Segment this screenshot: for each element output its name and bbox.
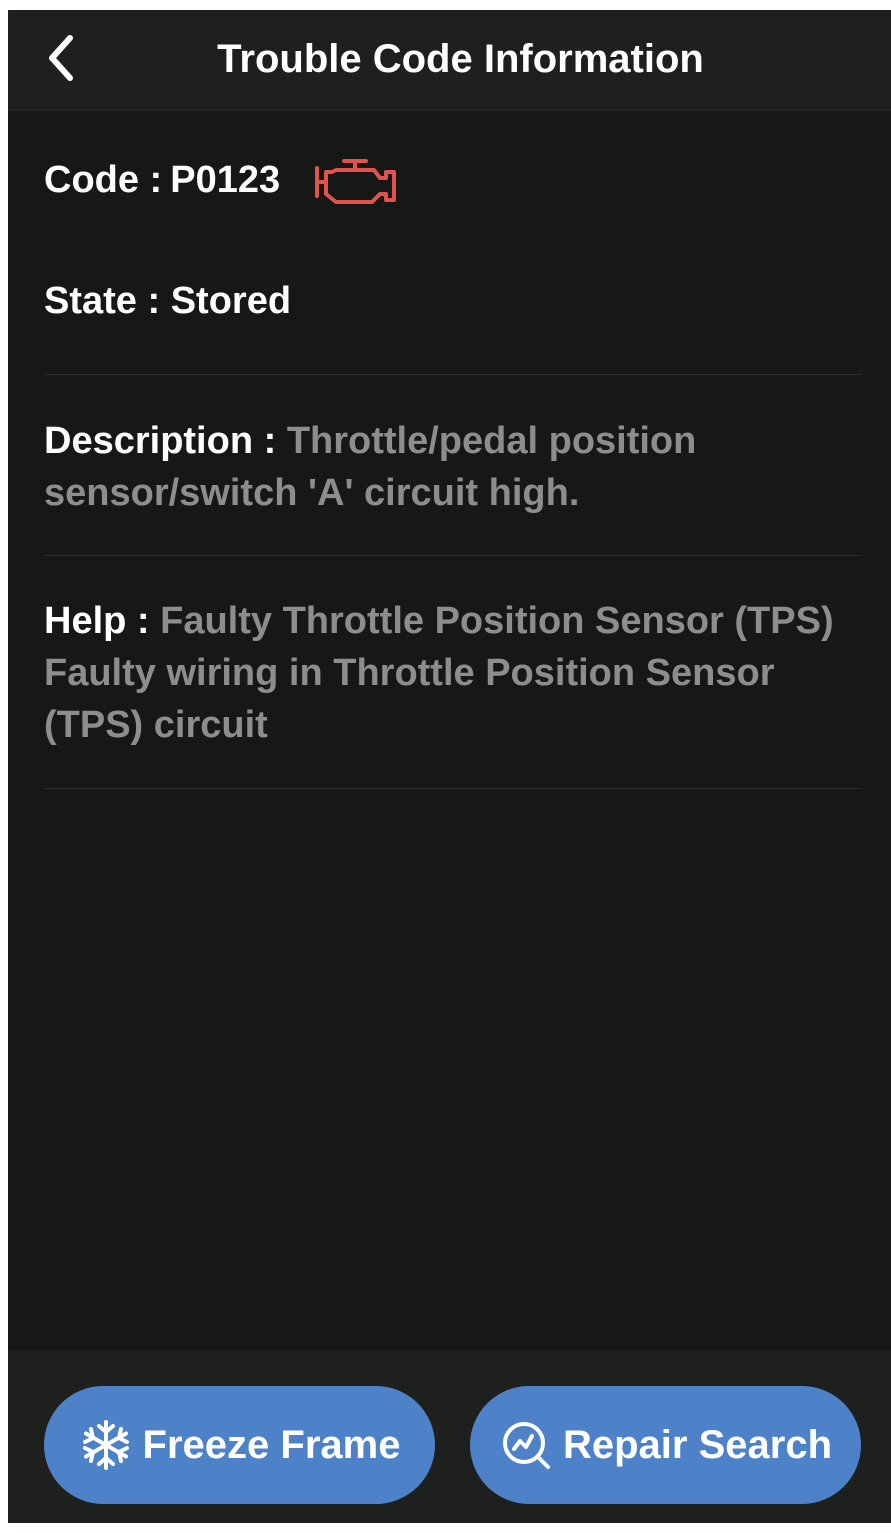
repair-search-label: Repair Search [562, 1422, 833, 1467]
repair-search-button[interactable]: Repair Search [470, 1386, 861, 1504]
state-label: State : [44, 280, 161, 322]
help-value: Faulty Throttle Position Sensor (TPS) Fa… [44, 600, 834, 746]
action-bar: Freeze Frame Repair Search [8, 1350, 891, 1523]
freeze-frame-label: Freeze Frame [142, 1422, 401, 1467]
freeze-frame-button[interactable]: Freeze Frame [44, 1386, 435, 1504]
description-label: Description : [44, 420, 277, 462]
help-label: Help : [44, 600, 150, 642]
page-title: Trouble Code Information [217, 37, 704, 81]
description-row: Description : Throttle/pedal position se… [44, 415, 862, 519]
code-value: P0123 [170, 158, 281, 201]
app-screen: Trouble Code Information Code : P0123 St… [8, 10, 891, 1523]
help-row: Help : Faulty Throttle Position Sensor (… [44, 595, 862, 751]
snowflake-icon [82, 1420, 129, 1470]
divider [44, 374, 862, 375]
top-bar: Trouble Code Information [8, 10, 891, 111]
state-row: State : Stored [44, 280, 291, 323]
divider [44, 788, 862, 789]
code-row: Code : P0123 [44, 152, 398, 208]
search-chart-icon [502, 1422, 550, 1469]
divider [44, 555, 862, 556]
code-label: Code : [44, 158, 163, 201]
state-value: Stored [170, 280, 292, 322]
check-engine-icon [315, 159, 397, 204]
